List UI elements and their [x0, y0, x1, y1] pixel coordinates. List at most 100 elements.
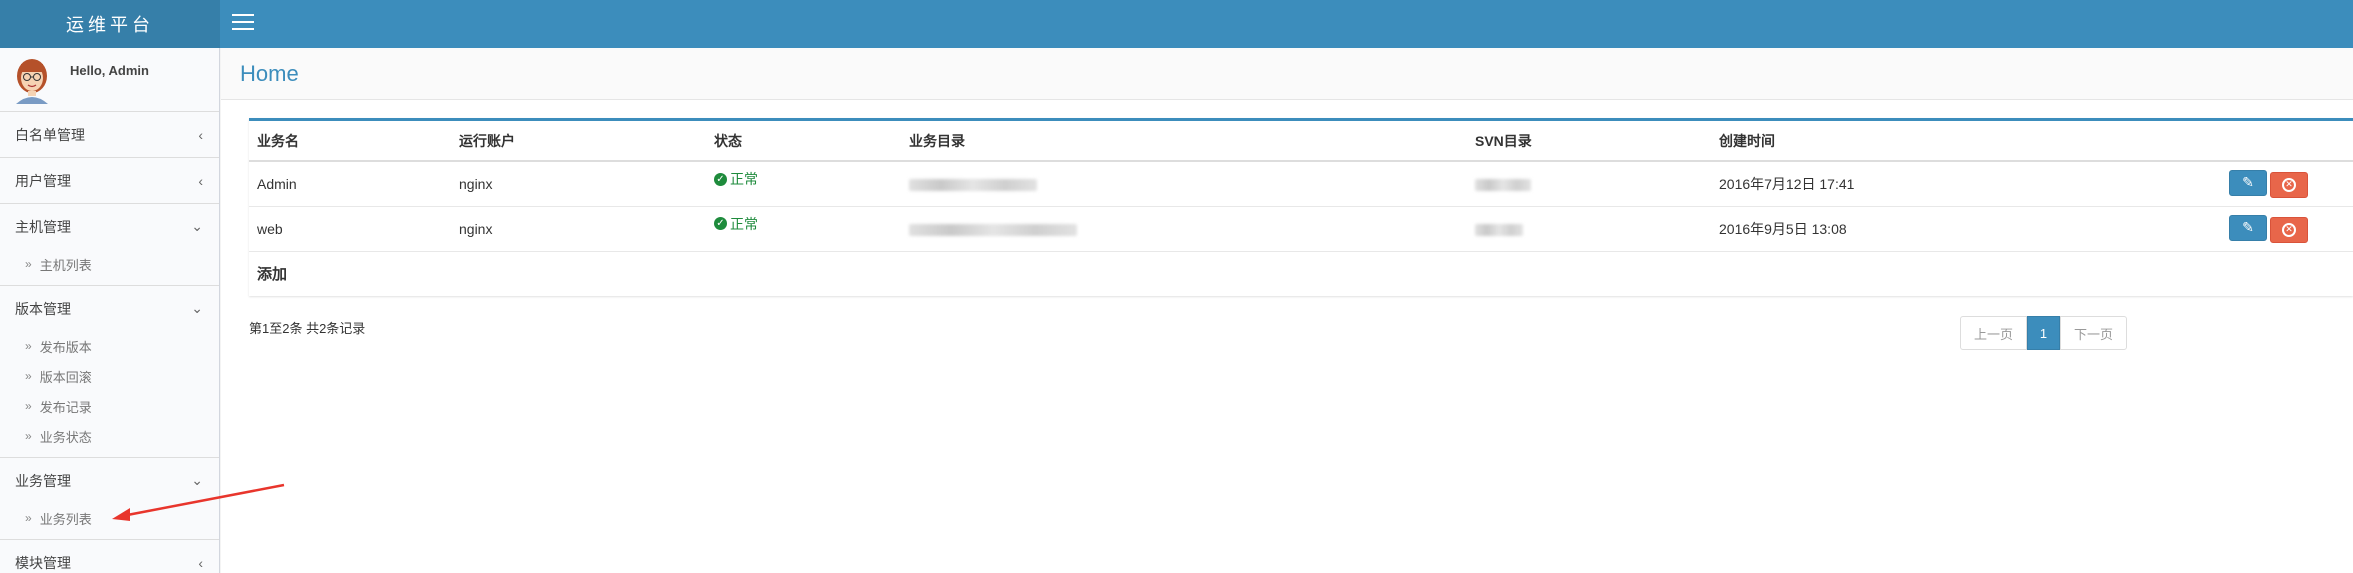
column-header: 业务名: [249, 121, 451, 162]
sidebar-item-label: 发布版本: [39, 339, 92, 355]
delete-button[interactable]: ✕: [2270, 171, 2308, 198]
column-header-actions: [2213, 121, 2353, 162]
menu-group-modules: 模块管理 ‹: [0, 540, 219, 573]
pencil-icon: ✎: [2242, 174, 2254, 191]
double-chevron-icon: »: [25, 257, 32, 271]
svn-dir: [1467, 161, 1711, 207]
sidebar-item-service-list[interactable]: » 业务列表: [0, 503, 219, 533]
menu-label: 模块管理: [15, 554, 71, 571]
check-circle-icon: ✓: [714, 217, 727, 231]
column-header: 状态: [706, 121, 901, 162]
menu-label: 业务管理: [15, 472, 71, 489]
user-greeting: Hello, Admin: [70, 63, 149, 78]
service-name: web: [249, 206, 451, 252]
menu-group-users: 用户管理 ‹: [0, 158, 219, 204]
redacted-value: [1475, 179, 1531, 192]
main-content: Home 业务名 运行账户 状态 业务目录 SVN目录 创建时间 Admin n…: [221, 48, 2353, 573]
prev-page-button[interactable]: 上一页: [1960, 316, 2027, 350]
table-row: Admin nginx ✓ 正常 2016年7月12日 17:41 ✎ ✕: [249, 161, 2353, 207]
sidebar-item-label: 业务状态: [39, 429, 92, 445]
double-chevron-icon: »: [25, 429, 32, 443]
created-time: 2016年7月12日 17:41: [1711, 161, 2213, 207]
table-row: web nginx ✓ 正常 2016年9月5日 13:08 ✎ ✕: [249, 206, 2353, 252]
pencil-icon: ✎: [2242, 219, 2254, 235]
svn-dir: [1467, 206, 1711, 252]
double-chevron-icon: »: [25, 369, 32, 383]
sidebar-item-version-rollback[interactable]: » 版本回滚: [0, 361, 219, 391]
run-account: nginx: [451, 161, 706, 207]
service-table-box: 业务名 运行账户 状态 业务目录 SVN目录 创建时间 Admin nginx …: [249, 118, 2353, 296]
sidebar-item-host-list[interactable]: » 主机列表: [0, 249, 219, 279]
sidebar-item-release-records[interactable]: » 发布记录: [0, 391, 219, 421]
menu-group-services: 业务管理 ⌄ » 业务列表: [0, 458, 219, 540]
column-header: 业务目录: [901, 121, 1467, 162]
chevron-down-icon: ⌄: [191, 300, 203, 316]
add-button[interactable]: 添加: [257, 266, 287, 283]
menu-services[interactable]: 业务管理 ⌄: [0, 458, 219, 503]
sidebar-item-service-status[interactable]: » 业务状态: [0, 421, 219, 451]
menu-whitelist[interactable]: 白名单管理 ‹: [0, 112, 219, 157]
row-actions: ✎ ✕: [2213, 206, 2353, 252]
close-circle-icon: ✕: [2282, 177, 2296, 192]
status-badge: ✓ 正常: [714, 214, 758, 234]
menu-group-whitelist: 白名单管理 ‹: [0, 112, 219, 158]
run-account: nginx: [451, 206, 706, 252]
menu-toggle-icon[interactable]: [232, 14, 254, 34]
app-logo[interactable]: 运维平台: [0, 0, 220, 48]
column-header: 运行账户: [451, 121, 706, 162]
menu-label: 版本管理: [15, 300, 71, 317]
top-navbar: [220, 0, 2353, 48]
redacted-value: [909, 223, 1077, 236]
status-text: 正常: [730, 171, 758, 187]
page-1-button[interactable]: 1: [2027, 316, 2060, 350]
menu-hosts[interactable]: 主机管理 ⌄: [0, 204, 219, 249]
redacted-value: [909, 179, 1037, 192]
service-name: Admin: [249, 161, 451, 207]
redacted-value: [1475, 223, 1523, 236]
double-chevron-icon: »: [25, 511, 32, 525]
close-circle-icon: ✕: [2282, 222, 2296, 237]
content-header: Home: [221, 48, 2353, 100]
pagination: 上一页 1 下一页: [1960, 316, 2127, 350]
row-actions: ✎ ✕: [2213, 161, 2353, 207]
sidebar: Hello, Admin 白名单管理 ‹ 用户管理 ‹ 主机管理 ⌄ » 主机列表…: [0, 48, 220, 573]
column-header: 创建时间: [1711, 121, 2213, 162]
sidebar-item-label: 业务列表: [39, 511, 92, 527]
chevron-down-icon: ⌄: [191, 472, 203, 488]
menu-label: 白名单管理: [15, 126, 85, 143]
menu-users[interactable]: 用户管理 ‹: [0, 158, 219, 203]
menu-label: 用户管理: [15, 172, 71, 189]
status-text: 正常: [730, 215, 758, 232]
service-table: 业务名 运行账户 状态 业务目录 SVN目录 创建时间 Admin nginx …: [249, 121, 2353, 296]
menu-label: 主机管理: [15, 218, 71, 235]
status-cell: ✓ 正常: [706, 161, 901, 207]
service-dir: [901, 161, 1467, 207]
app-title: 运维平台: [66, 15, 154, 35]
table-header-row: 业务名 运行账户 状态 业务目录 SVN目录 创建时间: [249, 121, 2353, 162]
column-header: SVN目录: [1467, 121, 1711, 162]
created-time: 2016年9月5日 13:08: [1711, 206, 2213, 252]
edit-button[interactable]: ✎: [2229, 214, 2267, 241]
sidebar-item-release-version[interactable]: » 发布版本: [0, 331, 219, 361]
menu-group-hosts: 主机管理 ⌄ » 主机列表: [0, 204, 219, 286]
pagination-info: 第1至2条 共2条记录: [249, 321, 366, 336]
service-dir: [901, 206, 1467, 252]
chevron-down-icon: ⌄: [191, 218, 203, 234]
double-chevron-icon: »: [25, 399, 32, 413]
menu-versions[interactable]: 版本管理 ⌄: [0, 286, 219, 331]
status-badge: ✓ 正常: [714, 169, 758, 189]
double-chevron-icon: »: [25, 339, 32, 353]
avatar: [16, 59, 48, 104]
user-panel: Hello, Admin: [0, 48, 219, 112]
chevron-left-icon: ‹: [198, 554, 203, 571]
chevron-left-icon: ‹: [198, 172, 203, 189]
delete-button[interactable]: ✕: [2270, 216, 2308, 243]
check-circle-icon: ✓: [714, 172, 727, 186]
sidebar-item-label: 版本回滚: [39, 369, 92, 385]
sidebar-item-label: 主机列表: [39, 257, 92, 273]
edit-button[interactable]: ✎: [2229, 169, 2267, 196]
status-cell: ✓ 正常: [706, 206, 901, 252]
next-page-button[interactable]: 下一页: [2060, 316, 2127, 350]
chevron-left-icon: ‹: [198, 126, 203, 143]
menu-modules[interactable]: 模块管理 ‹: [0, 540, 219, 573]
